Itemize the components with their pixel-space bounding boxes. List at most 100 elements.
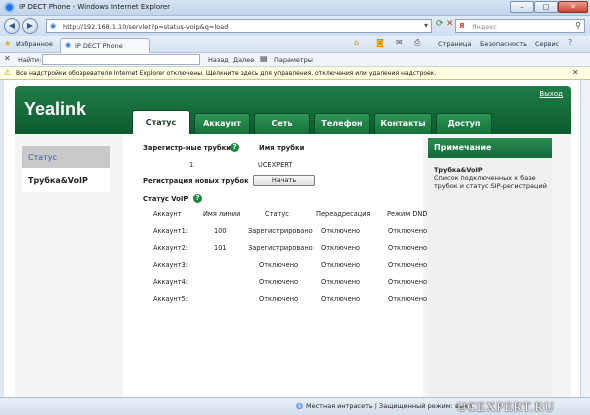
find-options-button[interactable]: Параметры [274,56,313,64]
nav-item-status[interactable]: Статус [22,146,110,168]
forwarding-status: Отключено [321,278,361,286]
forwarding-status: Отключено [321,244,361,252]
col-header-status: Статус [265,210,289,218]
shield-warning-icon: ⚠ [4,68,12,77]
handset-number: 1 [189,161,194,169]
account-name: Аккаунт2: [153,244,188,252]
note-text: Список подключенных к базе трубок и стат… [434,174,547,190]
favorites-star-icon[interactable]: ★ [4,39,11,48]
handset-name-label: Имя трубки [259,144,305,152]
registered-handsets-label: Зарегистр-ные трубки [143,144,232,152]
account-status: Отключено [259,278,299,286]
account-status: Зарегистрировано [248,244,313,252]
account-status: Отключено [259,261,299,269]
address-toolbar: ◀ ▶ ◉ http://192.168.1.10/servlet?p=stat… [0,16,590,36]
page-menu[interactable]: Страница [438,40,471,48]
yealink-logo: Yealink [24,99,87,119]
dnd-status: Отключено [388,227,428,235]
forwarding-status: Отключено [321,227,361,235]
forwarding-status: Отключено [321,295,361,303]
find-next-button[interactable]: Далее [233,56,254,64]
window-title: IP DECT Phone - Windows Internet Explore… [19,3,171,11]
search-placeholder: Яндекс [472,23,497,31]
status-panel: Зарегистр-ные трубки ? Имя трубки 1 UCEX… [123,134,427,397]
tab-contacts[interactable]: Контакты [374,113,432,134]
find-bar: ✕ Найти: Назад Далее ▤ Параметры [0,53,590,67]
back-button[interactable]: ◀ [4,18,20,34]
watermark: UCEXPERT.RU [457,399,555,414]
help-icon[interactable]: ? [230,143,239,152]
col-header-line-name: Имя линии [203,210,241,218]
service-menu[interactable]: Сервис [535,40,559,48]
browser-tab[interactable]: ◉ IP DECT Phone [60,38,150,53]
account-name: Аккаунт1: [153,227,188,235]
note-body: Трубка&VoIP Список подключенных к базе т… [428,158,552,397]
note-title: Трубка&VoIP [434,166,483,174]
search-icon[interactable]: ⚲ [575,21,581,30]
dropdown-icon[interactable]: ▾ [424,21,428,30]
tab-title: IP DECT Phone [75,42,123,50]
print-icon[interactable]: ⎙ [414,38,420,48]
tab-account[interactable]: Аккаунт [194,113,250,134]
tab-network[interactable]: Сеть [254,113,310,134]
line-name: 100 [214,227,227,235]
window-titlebar: IP DECT Phone - Windows Internet Explore… [0,0,590,16]
status-bar: ◍ Местная интрасеть | Защищенный режим: … [0,397,590,415]
favorites-button[interactable]: Избранное [16,40,53,48]
find-label: Найти: [18,56,42,64]
help-icon[interactable]: ? [568,38,572,47]
forward-button[interactable]: ▶ [22,18,38,34]
page-icon: ◉ [50,22,57,30]
search-input[interactable]: Я Яндекс ⚲ [455,19,585,33]
maximize-button[interactable]: □ [534,1,558,13]
address-url: http://192.168.1.10/servlet?p=status-voi… [63,23,229,31]
refresh-icon[interactable]: ⟳ [436,19,444,29]
col-header-account: Аккаунт [153,210,182,218]
safety-menu[interactable]: Безопасность [480,40,527,48]
dnd-status: Отключено [388,244,428,252]
web-content: Yealink Выход Статус Аккаунт Сеть Телефо… [4,80,580,397]
info-bar-text: Все надстройки обозревателя Internet Exp… [16,70,437,77]
yealink-header: Yealink Выход Статус Аккаунт Сеть Телефо… [15,86,571,135]
left-nav: Статус Трубка&VoIP [22,138,110,397]
forwarding-status: Отключено [321,261,361,269]
tab-access[interactable]: Доступ [436,113,492,134]
dnd-status: Отключено [388,295,428,303]
account-name: Аккаунт3: [153,261,188,269]
tab-status[interactable]: Статус [132,110,190,135]
line-name: 101 [214,244,227,252]
dnd-status: Отключено [388,261,428,269]
vertical-scrollbar[interactable] [580,80,590,397]
tab-page-icon: ◉ [65,41,72,49]
account-name: Аккаунт4: [153,278,188,286]
stop-icon[interactable]: ✕ [446,19,454,29]
account-status: Зарегистрировано [248,227,313,235]
info-bar[interactable]: ⚠ Все надстройки обозревателя Internet E… [0,67,590,80]
find-back-button[interactable]: Назад [208,56,229,64]
page-body: Статус Трубка&VoIP Зарегистр-ные трубки … [15,134,571,397]
handset-name: UCEXPERT [258,161,293,169]
address-input[interactable]: ◉ http://192.168.1.10/servlet?p=status-v… [46,19,432,33]
minimize-button[interactable]: – [510,1,534,13]
note-panel: Примечание Трубка&VoIP Список подключенн… [428,138,552,397]
find-input[interactable] [42,54,200,65]
logout-link[interactable]: Выход [539,90,563,98]
feeds-icon[interactable]: ◙ [376,38,384,47]
tab-phone[interactable]: Телефон [314,113,370,134]
help-icon[interactable]: ? [193,194,202,203]
find-close-icon[interactable]: ✕ [4,54,11,63]
note-header: Примечание [428,138,552,158]
start-registration-button[interactable]: Начать [253,175,315,186]
yandex-icon: Я [459,22,465,30]
intranet-globe-icon: ◍ [296,401,303,410]
security-zone[interactable]: Местная интрасеть | Защищенный режим: вы… [306,402,474,410]
info-close-icon[interactable]: ✕ [572,68,579,77]
command-bar: ★ Избранное ◉ IP DECT Phone ⌂ ◙ ✉ ⎙ Стра… [0,36,590,53]
close-button[interactable]: ✕ [558,1,588,13]
account-name: Аккаунт5: [153,295,188,303]
col-header-dnd: Режим DND [387,210,428,218]
nav-item-voip[interactable]: Трубка&VoIP [22,168,110,192]
home-icon[interactable]: ⌂ [354,38,359,47]
mail-icon[interactable]: ✉ [396,38,403,47]
new-registration-label: Регистрация новых трубок [143,177,249,185]
